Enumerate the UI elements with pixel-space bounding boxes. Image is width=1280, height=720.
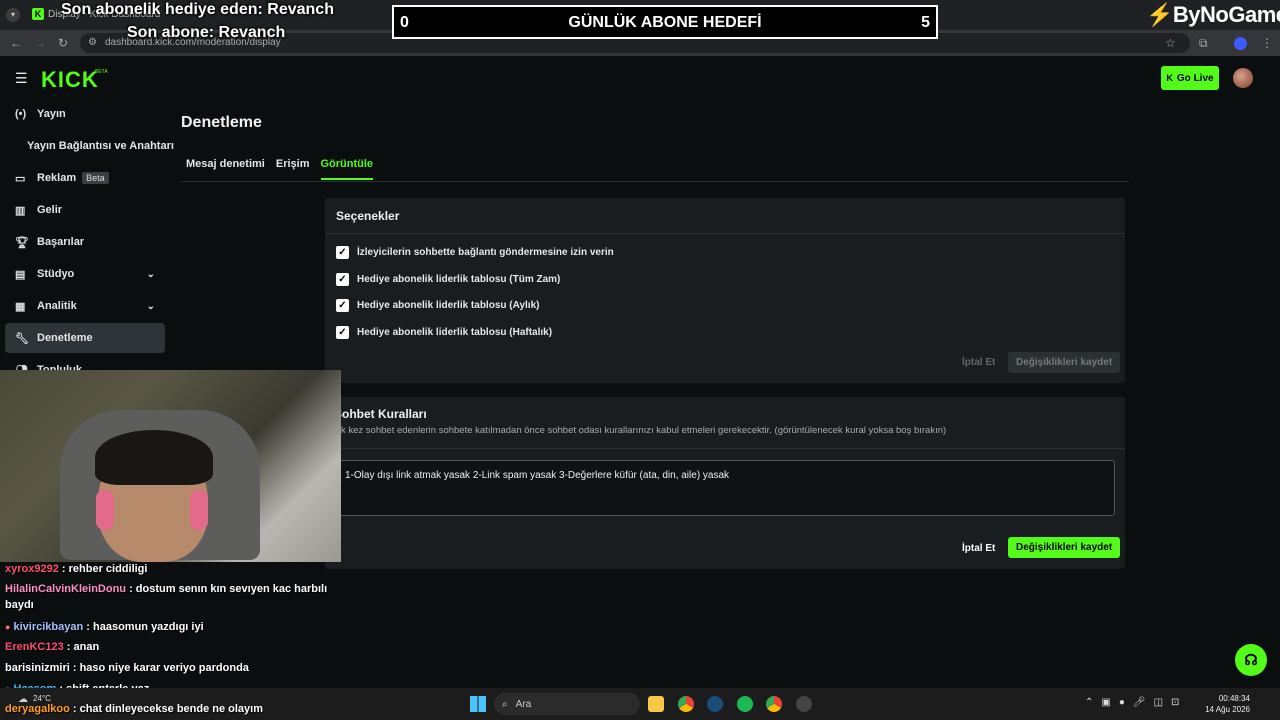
- chrome-active-icon[interactable]: [766, 696, 782, 712]
- wrench-icon: 🔧︎: [15, 332, 29, 345]
- options-panel: [325, 198, 1125, 383]
- trophy-icon: 🏆︎: [15, 236, 29, 249]
- ad-icon: ▭: [15, 172, 26, 185]
- reload-icon[interactable]: ↻: [58, 36, 68, 50]
- sidebar-item-reklam[interactable]: ▭ Reklam Beta: [15, 163, 165, 193]
- checkbox-gift-leaderboard-alltime[interactable]: ✓ Hediye abonelik liderlik tablosu (Tüm …: [336, 273, 560, 286]
- options-cancel-button[interactable]: İptal Et: [962, 357, 995, 368]
- chat-rules-description: k kez sohbet edenlerin sohbete katılmada…: [341, 425, 947, 436]
- chat-username: kivircikbayan: [13, 621, 84, 633]
- checkmark-icon[interactable]: ✓: [336, 246, 349, 259]
- studio-icon: ▤: [15, 268, 26, 281]
- chat-message: HilalinCalvinKleinDonu : dostum senın kı…: [5, 583, 328, 611]
- checkbox-gift-leaderboard-weekly[interactable]: ✓ Hediye abonelik liderlik tablosu (Haft…: [336, 326, 552, 339]
- rules-save-button[interactable]: Değişiklikleri kaydet: [1008, 537, 1121, 558]
- sidebar-item-basarilar[interactable]: 🏆︎ Başarılar: [15, 227, 165, 257]
- chat-username: xyrox9292: [5, 563, 59, 575]
- chat-message: ● kivircikbayan : haasomun yazdıgı iyi: [5, 621, 204, 633]
- sidebar-item-gelir[interactable]: ▥ Gelir: [15, 195, 165, 225]
- rules-cancel-button[interactable]: İptal Et: [962, 543, 995, 554]
- sidebar-item-stream-key[interactable]: Yayın Bağlantısı ve Anahtarı: [27, 131, 177, 161]
- chat-username: ErenKC123: [5, 641, 64, 653]
- file-explorer-icon[interactable]: [648, 696, 664, 712]
- chat-message: xyrox9292 : rehber ciddiligi: [5, 563, 148, 575]
- checkbox-gift-leaderboard-monthly[interactable]: ✓ Hediye abonelik liderlik tablosu (Aylı…: [336, 299, 539, 312]
- analytics-icon: ▦: [15, 300, 26, 313]
- forward-icon[interactable]: →: [34, 36, 46, 50]
- chevron-down-icon: ⌄: [146, 268, 155, 280]
- chat-username: HilalinCalvinKleinDonu: [5, 583, 127, 595]
- options-title: Seçenekler: [336, 209, 400, 223]
- page-title: Denetleme: [181, 114, 262, 131]
- taskbar-clock[interactable]: 00:48:34 14 Ağu 2026: [1200, 693, 1250, 715]
- chat-rules-title: Sohbet Kuralları: [334, 407, 427, 421]
- chat-username: deryagalkoo: [5, 703, 70, 715]
- sidebar-item-yayin[interactable]: (•) Yayın: [15, 99, 165, 129]
- tab-dropdown-icon[interactable]: ▾: [6, 8, 20, 22]
- checkmark-icon[interactable]: ✓: [336, 299, 349, 312]
- support-button[interactable]: ☊: [1235, 644, 1267, 676]
- checkbox-allow-links[interactable]: ✓ İzleyicilerin sohbette bağlantı gönder…: [336, 246, 614, 259]
- bynogame-logo: ⚡ByNoGame: [1146, 2, 1280, 27]
- bookmark-star-icon[interactable]: ☆: [1165, 36, 1176, 50]
- chat-badge-icon: ●: [5, 622, 11, 632]
- chat-rules-textarea[interactable]: 1-Olay dışı link atmak yasak 2-Link spam…: [338, 460, 1115, 516]
- rules-divider: [325, 448, 1125, 449]
- tab-message-moderation[interactable]: Mesaj denetimi: [186, 158, 265, 180]
- beta-badge: Beta: [82, 172, 109, 184]
- sidebar-item-analitik[interactable]: ▦ Analitik ⌄: [15, 291, 165, 321]
- chrome-icon[interactable]: [678, 696, 694, 712]
- taskbar-search-box[interactable]: ⌕ Ara: [494, 693, 640, 715]
- back-icon[interactable]: ←: [10, 36, 22, 50]
- kick-favicon-icon: K: [32, 8, 44, 20]
- tab-access[interactable]: Erişim: [276, 158, 310, 180]
- spotify-icon[interactable]: [737, 696, 753, 712]
- broadcast-icon: (•): [15, 108, 27, 120]
- steam-icon[interactable]: [707, 696, 723, 712]
- tabs-divider: [181, 181, 1129, 182]
- checkmark-icon[interactable]: ✓: [336, 326, 349, 339]
- go-live-button[interactable]: K Go Live: [1161, 66, 1219, 90]
- revenue-icon: ▥: [15, 204, 26, 217]
- options-save-button[interactable]: Değişiklikleri kaydet: [1008, 352, 1121, 373]
- moderation-tabs: Mesaj denetimi Erişim Görüntüle: [186, 158, 374, 180]
- sidebar-item-denetleme[interactable]: 🔧︎ Denetleme: [5, 323, 165, 353]
- overlay-last-gift: Son abonelik hediye eden: Revanch: [61, 1, 334, 18]
- headset-icon: ☊: [1244, 652, 1258, 669]
- sidebar-item-studyo[interactable]: ▤ Stüdyo ⌄: [15, 259, 165, 289]
- sub-goal-bar: 0 GÜNLÜK ABONE HEDEFİ 5: [392, 5, 938, 39]
- chevron-down-icon: ⌄: [146, 300, 155, 312]
- chat-username: barisinizmiri: [5, 662, 70, 674]
- kick-k-icon: K: [1166, 73, 1173, 83]
- tab-display[interactable]: Görüntüle: [320, 158, 374, 180]
- kick-beta-tag: BETA: [95, 69, 108, 75]
- extensions-icon[interactable]: ⧉: [1199, 36, 1208, 51]
- kick-logo[interactable]: KICK: [41, 67, 99, 93]
- browser-menu-icon[interactable]: ⋮: [1261, 36, 1273, 50]
- chat-message: ErenKC123 : anan: [5, 641, 100, 653]
- windows-start-icon[interactable]: [470, 696, 486, 712]
- hamburger-menu-icon[interactable]: ☰: [15, 70, 28, 87]
- goal-target: 5: [921, 14, 930, 31]
- chat-message: barisinizmiri : haso niye karar veriyo p…: [5, 662, 249, 674]
- chat-message: deryagalkoo : chat dinleyecekse bende ne…: [5, 703, 264, 715]
- webcam-feed: [0, 370, 341, 562]
- search-icon: ⌕: [502, 698, 508, 710]
- profile-icon[interactable]: [1234, 37, 1247, 50]
- options-divider: [325, 233, 1125, 234]
- app-icon[interactable]: [796, 696, 812, 712]
- overlay-last-sub: Son abone: Revanch: [127, 24, 286, 41]
- site-info-icon[interactable]: ⚙: [88, 37, 97, 48]
- checkmark-icon[interactable]: ✓: [336, 273, 349, 286]
- goal-title: GÜNLÜK ABONE HEDEFİ: [568, 14, 762, 31]
- tray-icons[interactable]: ⌃▣●🎤︎◫⊡: [1085, 697, 1187, 708]
- user-avatar[interactable]: [1233, 68, 1253, 88]
